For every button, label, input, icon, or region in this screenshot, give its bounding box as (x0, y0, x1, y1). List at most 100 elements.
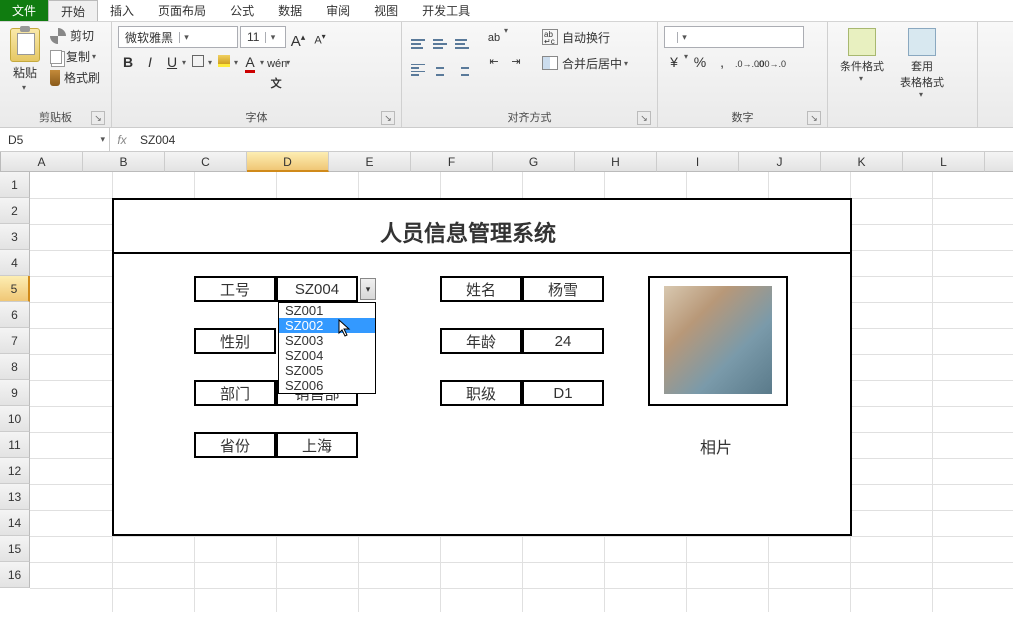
align-bottom-button[interactable] (452, 26, 472, 46)
font-color-button[interactable]: A (240, 52, 260, 72)
col-header-K[interactable]: K (821, 152, 903, 172)
conditional-format-button[interactable]: 条件格式▾ (834, 26, 890, 101)
increase-font-button[interactable]: A▴ (288, 27, 308, 47)
dialog-launcher-icon[interactable]: ↘ (91, 111, 105, 125)
italic-button[interactable]: I (140, 52, 160, 72)
dropdown-option[interactable]: SZ006 (279, 378, 375, 393)
chevron-down-icon: ▾ (919, 90, 923, 99)
chevron-down-icon: ▾ (179, 32, 193, 43)
tab-review[interactable]: 审阅 (314, 0, 362, 21)
col-header-F[interactable]: F (411, 152, 493, 172)
row-header-12[interactable]: 12 (0, 458, 30, 484)
table-format-icon (908, 28, 936, 56)
border-button[interactable] (188, 52, 208, 72)
orientation-button[interactable]: ab (484, 26, 504, 46)
underline-button[interactable]: U (162, 52, 182, 72)
align-top-button[interactable] (408, 26, 428, 46)
align-middle-button[interactable] (430, 26, 450, 46)
currency-button[interactable]: ¥ (664, 52, 684, 72)
row-header-9[interactable]: 9 (0, 380, 30, 406)
dialog-launcher-icon[interactable]: ↘ (807, 111, 821, 125)
row-header-7[interactable]: 7 (0, 328, 30, 354)
font-size-combo[interactable]: 11▾ (240, 26, 286, 48)
tab-insert[interactable]: 插入 (98, 0, 146, 21)
decrease-indent-button[interactable]: ⇤ (484, 50, 504, 70)
dropdown-button[interactable]: ▾ (360, 278, 376, 300)
wrap-text-button[interactable]: ab↵c自动换行 (538, 26, 632, 48)
fx-icon: fx (117, 133, 126, 147)
row-header-11[interactable]: 11 (0, 432, 30, 458)
chevron-down-icon: ▾ (260, 58, 264, 67)
number-format-combo[interactable]: ▾ (664, 26, 804, 48)
formula-input[interactable]: SZ004 (134, 133, 181, 147)
col-header-H[interactable]: H (575, 152, 657, 172)
percent-button[interactable]: % (690, 52, 710, 72)
row-header-8[interactable]: 8 (0, 354, 30, 380)
row-header-6[interactable]: 6 (0, 302, 30, 328)
row-header-3[interactable]: 3 (0, 224, 30, 250)
align-left-button[interactable] (408, 50, 428, 70)
increase-indent-button[interactable]: ⇥ (506, 50, 526, 70)
tab-formula[interactable]: 公式 (218, 0, 266, 21)
align-center-button[interactable] (430, 50, 450, 70)
dropdown-option[interactable]: SZ002 (279, 318, 375, 333)
row-header-15[interactable]: 15 (0, 536, 30, 562)
dialog-launcher-icon[interactable]: ↘ (381, 111, 395, 125)
col-header-I[interactable]: I (657, 152, 739, 172)
dropdown-list[interactable]: SZ001SZ002SZ003SZ004SZ005SZ006 (278, 302, 376, 394)
increase-decimal-button[interactable]: .0→.00 (734, 52, 754, 72)
decrease-font-button[interactable]: A▾ (310, 27, 330, 47)
decrease-decimal-button[interactable]: .00→.0 (756, 52, 776, 72)
row-header-5[interactable]: 5 (0, 276, 30, 302)
col-header-M[interactable]: M (985, 152, 1013, 172)
dropdown-option[interactable]: SZ004 (279, 348, 375, 363)
tab-layout[interactable]: 页面布局 (146, 0, 218, 21)
chevron-down-icon: ▾ (859, 74, 863, 83)
tab-file[interactable]: 文件 (0, 0, 48, 21)
row-header-13[interactable]: 13 (0, 484, 30, 510)
paste-button[interactable]: 粘贴 ▾ (6, 26, 44, 94)
format-painter-button[interactable]: 格式刷 (48, 68, 102, 87)
tab-view[interactable]: 视图 (362, 0, 410, 21)
cells-area[interactable]: 人员信息管理系统 工号 SZ004 ▾ 姓名 杨雪 性别 年龄 24 部门 销售… (30, 172, 1013, 612)
row-header-14[interactable]: 14 (0, 510, 30, 536)
copy-button[interactable]: 复制▾ (48, 47, 102, 66)
comma-button[interactable]: , (712, 52, 732, 72)
name-box[interactable]: D5 ▾ (0, 128, 110, 151)
cut-button[interactable]: 剪切 (48, 26, 102, 45)
col-header-L[interactable]: L (903, 152, 985, 172)
tab-home[interactable]: 开始 (48, 0, 98, 21)
row-header-16[interactable]: 16 (0, 562, 30, 588)
row-header-1[interactable]: 1 (0, 172, 30, 198)
wrap-label: 自动换行 (562, 29, 610, 46)
row-header-2[interactable]: 2 (0, 198, 30, 224)
col-header-B[interactable]: B (83, 152, 165, 172)
bold-button[interactable]: B (118, 52, 138, 72)
merge-center-button[interactable]: 合并后居中▾ (538, 52, 632, 74)
row-header-10[interactable]: 10 (0, 406, 30, 432)
table-format-button[interactable]: 套用 表格格式▾ (894, 26, 950, 101)
value-name: 杨雪 (522, 276, 604, 302)
col-header-D[interactable]: D (247, 152, 329, 172)
font-name-value: 微软雅黑 (119, 29, 179, 46)
col-header-E[interactable]: E (329, 152, 411, 172)
col-header-J[interactable]: J (739, 152, 821, 172)
fx-button[interactable]: fx (110, 133, 134, 147)
value-id: SZ004 (276, 276, 358, 302)
col-header-G[interactable]: G (493, 152, 575, 172)
dropdown-option[interactable]: SZ005 (279, 363, 375, 378)
font-name-combo[interactable]: 微软雅黑▾ (118, 26, 238, 48)
dropdown-option[interactable]: SZ003 (279, 333, 375, 348)
fill-color-button[interactable] (214, 52, 234, 72)
col-header-A[interactable]: A (1, 152, 83, 172)
decrease-decimal-icon: .00→.0 (757, 59, 786, 69)
col-header-C[interactable]: C (165, 152, 247, 172)
dropdown-option[interactable]: SZ001 (279, 303, 375, 318)
tab-dev[interactable]: 开发工具 (410, 0, 482, 21)
dialog-launcher-icon[interactable]: ↘ (637, 111, 651, 125)
row-header-4[interactable]: 4 (0, 250, 30, 276)
label-age: 年龄 (440, 328, 522, 354)
phonetic-button[interactable]: wén文 (266, 52, 286, 72)
align-right-button[interactable] (452, 50, 472, 70)
tab-data[interactable]: 数据 (266, 0, 314, 21)
